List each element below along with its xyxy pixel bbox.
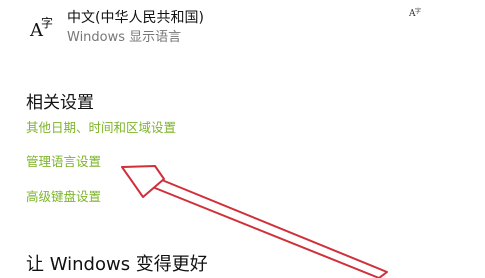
related-settings-heading: 相关设置 [26,93,94,113]
link-manage-language-settings[interactable]: 管理语言设置 [26,151,101,170]
language-name: 中文(中华人民共和国) [67,10,204,26]
improve-windows-heading: 让 Windows 变得更好 [26,254,208,275]
annotation-arrow-head [121,165,165,198]
link-other-date-time-region[interactable]: 其他日期、时间和区域设置 [26,117,176,136]
link-advanced-keyboard-settings[interactable]: 高级键盘设置 [26,186,101,205]
language-subtitle: Windows 显示语言 [67,30,182,45]
feature-icon-glyph-zi: 字 [415,8,422,15]
language-icon-glyph-zi: 字 [41,16,54,30]
language-list-item[interactable]: A 字 中文(中华人民共和国) Windows 显示语言 A 字 [0,0,485,50]
language-feature-icon: A 字 [409,6,423,20]
language-icon: A 字 [30,14,56,41]
